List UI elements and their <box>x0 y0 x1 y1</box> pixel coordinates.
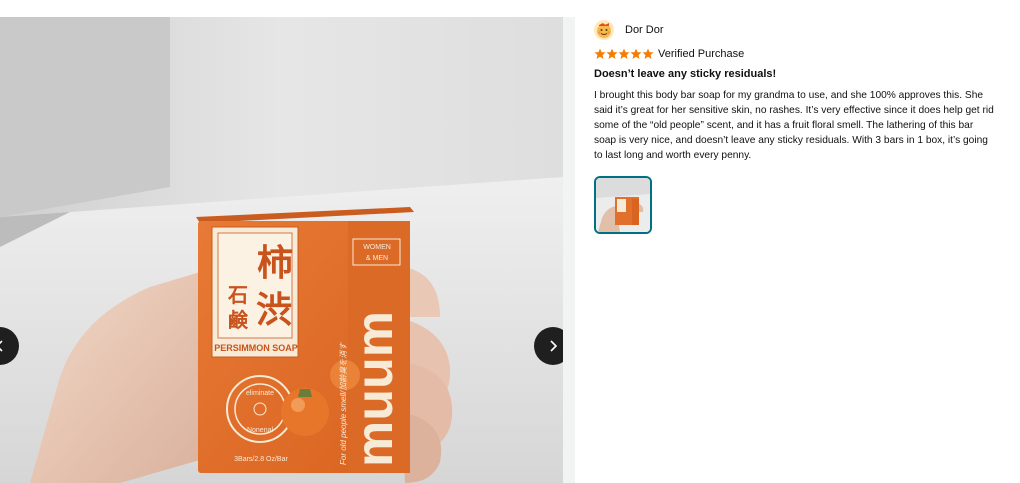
star-icon <box>630 48 642 59</box>
star-icon <box>594 48 606 59</box>
reviewer-name[interactable]: Dor Dor <box>625 24 664 36</box>
review-image-thumbnail[interactable] <box>594 176 652 234</box>
verified-purchase-badge: Verified Purchase <box>658 48 745 60</box>
badge-line-2: & MEN <box>366 255 388 262</box>
review-image-viewer[interactable]: 柿 石 渋 鹸 PERSIMMON SOAP eliminate Nonenal… <box>0 17 563 483</box>
star-icon <box>642 48 654 59</box>
reviewer-profile[interactable]: Dor Dor <box>594 20 999 40</box>
kanji-top: 柿 <box>257 242 293 284</box>
kanji-left-top: 石 <box>227 283 248 307</box>
kanji-right: 渋 <box>256 289 292 331</box>
star-icon <box>618 48 630 59</box>
kanji-left-bottom: 鹸 <box>228 308 249 332</box>
star-icon <box>606 48 618 59</box>
chevron-right-icon <box>546 339 560 353</box>
side-text: For old people smell/加齢臭を消す <box>339 342 348 465</box>
brand-wordmark: muum <box>346 311 404 467</box>
review-title: Doesn’t leave any sticky residuals! <box>594 68 777 80</box>
chevron-left-icon <box>0 339 7 353</box>
review-panel: Dor Dor Verified Purchase Doesn’t leave … <box>594 20 999 234</box>
pane-divider <box>563 17 575 483</box>
badge-line-1: WOMEN <box>363 244 391 251</box>
review-body: I brought this body bar soap for my gran… <box>594 90 994 161</box>
product-label: PERSIMMON SOAP <box>214 343 298 353</box>
avatar[interactable] <box>594 20 614 40</box>
star-rating <box>594 48 654 60</box>
review-photo: 柿 石 渋 鹸 PERSIMMON SOAP eliminate Nonenal… <box>0 17 563 483</box>
rating-row: Verified Purchase <box>594 46 999 62</box>
seal-top-text: eliminate <box>246 390 274 397</box>
weight-text: 3Bars/2.8 Oz/Bar <box>234 456 288 463</box>
seal-bottom-text: Nonenal <box>247 427 274 434</box>
